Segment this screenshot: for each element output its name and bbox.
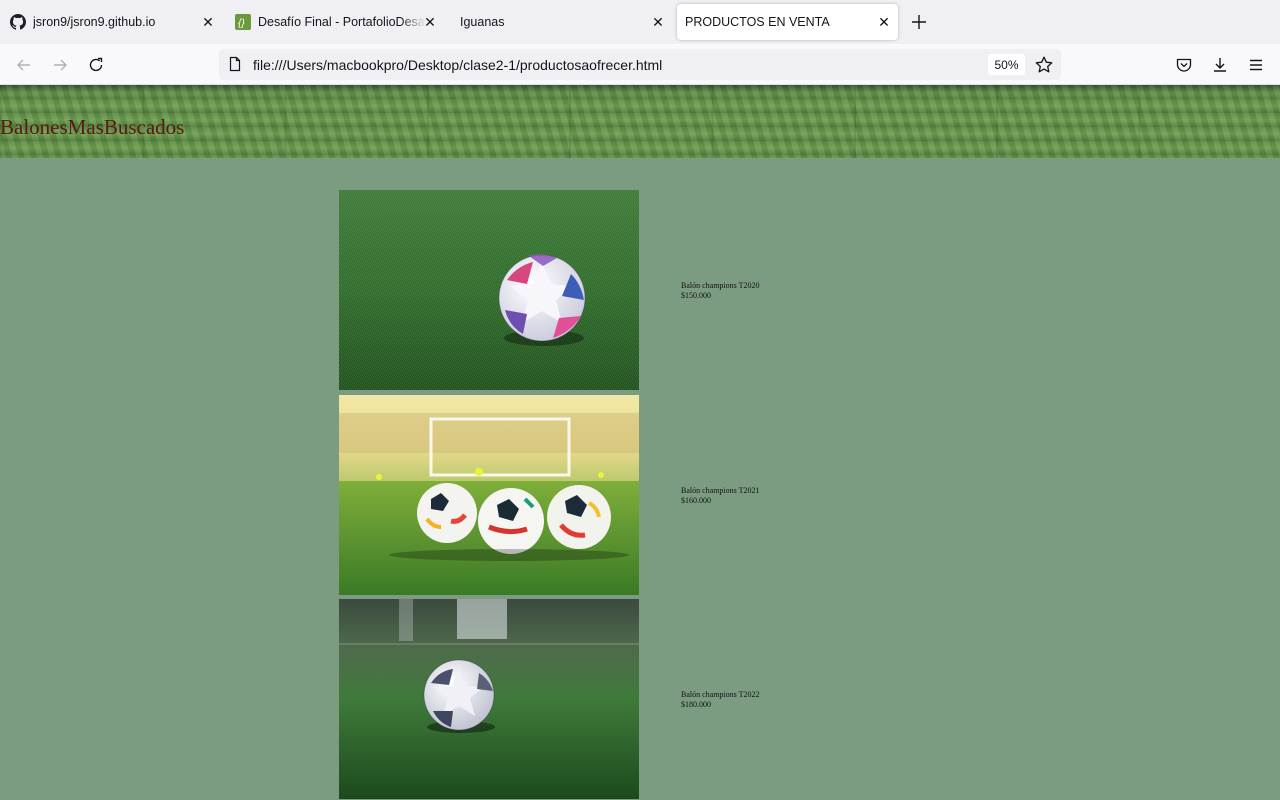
url-text[interactable]: file:///Users/macbookpro/Desktop/clase2-…	[253, 57, 662, 73]
product-name: Balón champions T2021	[681, 486, 760, 495]
reload-button[interactable]	[83, 52, 109, 78]
product-price: $160.000	[681, 496, 711, 505]
menu-button[interactable]	[1243, 52, 1269, 78]
product-image-ball-on-grass-champions	[339, 190, 639, 390]
close-icon[interactable]: ✕	[422, 14, 438, 30]
navigation-toolbar: file:///Users/macbookpro/Desktop/clase2-…	[0, 44, 1280, 85]
product-price: $180.000	[681, 700, 711, 709]
plus-icon	[912, 15, 926, 29]
zoom-indicator[interactable]: 50%	[988, 54, 1025, 75]
product-image-ball-on-turf-blurred	[339, 599, 639, 799]
download-icon	[1214, 58, 1226, 72]
pocket-icon	[1176, 58, 1192, 72]
reload-icon	[89, 57, 103, 72]
tab-title: PRODUCTOS EN VENTA	[685, 15, 830, 29]
new-tab-button[interactable]	[908, 11, 930, 33]
tab-title: Iguanas	[460, 15, 505, 29]
product-name: Balón champions T2020	[681, 281, 760, 290]
product-info: Balón champions T2022 $180.000	[681, 690, 760, 710]
github-icon	[10, 14, 26, 30]
arrow-left-icon	[17, 59, 30, 71]
pocket-button[interactable]	[1171, 52, 1197, 78]
page-icon	[227, 56, 243, 72]
tab-productos-en-venta[interactable]: PRODUCTOS EN VENTA ✕	[677, 4, 898, 40]
downloads-button[interactable]	[1207, 52, 1233, 78]
site-brand-title: BalonesMasBuscados	[0, 115, 185, 139]
product-info: Balón champions T2021 $160.000	[681, 486, 760, 506]
product-info: Balón champions T2020 $150.000	[681, 281, 760, 301]
product-price: $150.000	[681, 291, 711, 300]
product-name: Balón champions T2022	[681, 690, 760, 699]
tab-strip: jsron9/jsron9.github.io ✕ {} Desafío Fin…	[0, 0, 1280, 44]
back-button[interactable]	[11, 52, 37, 78]
bookmark-star-icon[interactable]	[1034, 55, 1054, 75]
product-image-three-balls-near-goal	[339, 395, 639, 595]
site-icon: {}	[235, 14, 251, 30]
tab-github[interactable]: jsron9/jsron9.github.io ✕	[0, 4, 222, 40]
tab-desafio[interactable]: {} Desafío Final - PortafolioDesafío ✕	[226, 4, 444, 40]
tab-title: jsron9/jsron9.github.io	[33, 15, 156, 29]
page-content: BalonesMasBuscados Balón champions T2020…	[0, 85, 1280, 800]
forward-button[interactable]	[47, 52, 73, 78]
close-icon[interactable]: ✕	[876, 14, 892, 30]
arrow-right-icon	[54, 59, 67, 71]
tab-title: Desafío Final - PortafolioDesafío	[258, 15, 426, 29]
hamburger-menu-icon	[1250, 59, 1262, 71]
tab-iguanas[interactable]: Iguanas ✕	[450, 4, 672, 40]
address-bar[interactable]: file:///Users/macbookpro/Desktop/clase2-…	[219, 49, 1061, 80]
svg-text:{}: {}	[238, 18, 245, 29]
close-icon[interactable]: ✕	[200, 14, 216, 30]
close-icon[interactable]: ✕	[650, 14, 666, 30]
header-banner	[0, 85, 1280, 158]
